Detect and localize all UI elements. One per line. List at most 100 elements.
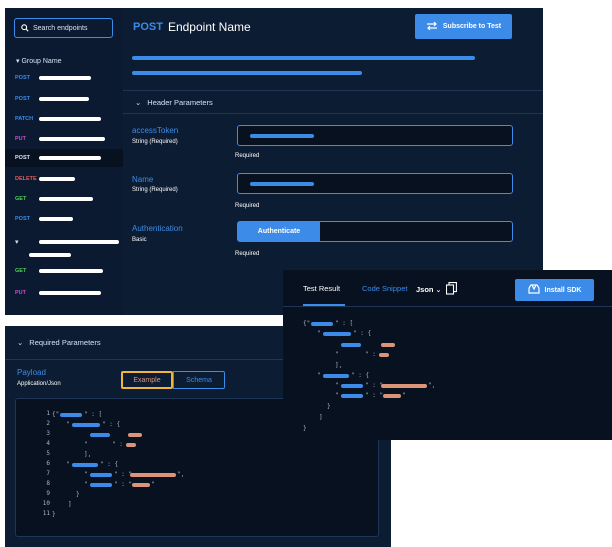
install-sdk-button[interactable]: Install SDK: [515, 279, 594, 301]
format-label: Json: [416, 285, 434, 294]
json-punctuation: ": [335, 392, 339, 399]
subgroup-header[interactable]: ▾: [5, 233, 123, 251]
sidebar-item[interactable]: DELETE: [5, 170, 123, 188]
json-punctuation: " : {: [102, 421, 121, 428]
caret-down-icon: ▾: [16, 58, 20, 65]
sidebar-item[interactable]: PUT: [5, 130, 123, 148]
method-tag: POST: [15, 96, 30, 102]
endpoint-name-placeholder: [39, 217, 73, 221]
json-value: [126, 443, 136, 447]
package-icon: [527, 284, 540, 296]
json-punctuation: ": [402, 392, 406, 399]
sidebar-item[interactable]: POST: [5, 69, 123, 87]
search-input[interactable]: Search endpoints: [14, 18, 113, 38]
tab-test-result[interactable]: Test Result: [303, 284, 340, 293]
endpoint-header: POST Endpoint Name Subscribe to Test: [123, 8, 543, 46]
json-punctuation: ],: [335, 362, 343, 369]
sidebar-item-active[interactable]: POST: [5, 149, 123, 167]
access-token-field[interactable]: [237, 125, 513, 146]
endpoint-name-placeholder: [39, 291, 101, 295]
endpoint-name-placeholder: [39, 76, 91, 80]
json-punctuation: " : {: [351, 372, 370, 379]
required-hint: Required: [235, 251, 260, 257]
group-name-label: Group Name: [21, 58, 62, 65]
sidebar-item[interactable]: POST: [5, 90, 123, 108]
method-tag: PUT: [15, 290, 26, 296]
param-type: String (Required): [132, 187, 178, 193]
json-key: [323, 374, 349, 378]
json-punctuation: }: [303, 425, 307, 432]
group-header[interactable]: ▾ Group Name: [16, 57, 62, 65]
json-punctuation: " : [: [84, 411, 103, 418]
example-schema-toggle: Example Schema: [121, 371, 225, 389]
method-badge: POST: [133, 21, 163, 33]
json-key: [60, 413, 82, 417]
json-key: [323, 332, 351, 336]
sidebar-item[interactable]: PATCH: [5, 110, 123, 128]
chevron-down-icon: ⌄: [435, 286, 442, 294]
method-tag: DELETE: [15, 176, 37, 182]
json-key: [90, 483, 112, 487]
json-punctuation: " : ": [114, 481, 133, 488]
section-title: Header Parameters: [147, 97, 213, 107]
json-value: [381, 343, 395, 347]
section-title: Required Parameters: [29, 338, 101, 347]
method-tag: PATCH: [15, 116, 34, 122]
json-key: [341, 384, 363, 388]
json-key: [72, 423, 100, 427]
chevron-down-icon: ⌄: [135, 97, 142, 107]
result-tabs: Test Result Code Snippet Json ⌄ Install …: [283, 270, 612, 307]
install-sdk-label: Install SDK: [544, 286, 582, 294]
sidebar-item[interactable]: POST: [5, 210, 123, 228]
json-key: [341, 343, 361, 347]
json-punctuation: ": [84, 471, 88, 478]
copy-icon[interactable]: [445, 282, 457, 300]
sidebar-item[interactable]: PUT: [5, 284, 123, 302]
method-tag: POST: [15, 216, 30, 222]
json-punctuation: " :: [365, 351, 376, 358]
api-endpoint-window: Search endpoints ▾ Group Name POST POST …: [5, 8, 543, 315]
json-punctuation: ",: [177, 471, 185, 478]
example-tab[interactable]: Example: [121, 371, 173, 389]
json-key: [90, 473, 112, 477]
json-punctuation: ],: [84, 451, 92, 458]
json-value: [128, 433, 142, 437]
json-punctuation: " : ": [365, 392, 384, 399]
json-punctuation: ": [66, 421, 70, 428]
json-punctuation: ": [317, 372, 321, 379]
chevron-down-icon: ⌄: [17, 338, 24, 347]
json-value: [379, 353, 389, 357]
method-tag: GET: [15, 268, 27, 274]
result-json-viewer[interactable]: {" " : [ " " : { " " : ], " " : { " " : …: [283, 307, 612, 440]
line-number: 5: [46, 450, 50, 457]
subscribe-button[interactable]: Subscribe to Test: [415, 14, 512, 39]
line-number: 6: [46, 460, 50, 467]
description-placeholder: [132, 71, 362, 75]
authenticate-button[interactable]: Authenticate: [238, 222, 320, 241]
sidebar-item[interactable]: GET: [5, 190, 123, 208]
line-number: 1: [46, 410, 50, 417]
endpoint-name-placeholder: [39, 197, 93, 201]
sidebar-item[interactable]: GET: [5, 262, 123, 280]
method-tag: PUT: [15, 136, 26, 142]
line-number: 4: [46, 440, 50, 447]
subgroup-name-placeholder: [29, 253, 71, 257]
param-name: Name: [132, 175, 154, 184]
json-value: [130, 473, 176, 477]
search-placeholder: Search endpoints: [33, 24, 88, 32]
json-punctuation: " : [: [335, 320, 354, 327]
header-parameters-section[interactable]: ⌄ Header Parameters: [123, 90, 543, 114]
json-value: [381, 384, 427, 388]
name-field[interactable]: [237, 173, 513, 194]
schema-tab[interactable]: Schema: [173, 371, 225, 389]
tab-code-snippet[interactable]: Code Snippet: [362, 284, 407, 293]
json-punctuation: ": [335, 382, 339, 389]
authentication-field[interactable]: Authenticate: [237, 221, 513, 242]
json-punctuation: ": [151, 481, 155, 488]
active-tab-indicator: [303, 304, 345, 306]
line-number: 7: [46, 470, 50, 477]
format-dropdown[interactable]: Json ⌄: [416, 285, 441, 294]
json-punctuation: " :: [112, 441, 123, 448]
endpoint-name-placeholder: [39, 117, 101, 121]
line-number: 8: [46, 480, 50, 487]
